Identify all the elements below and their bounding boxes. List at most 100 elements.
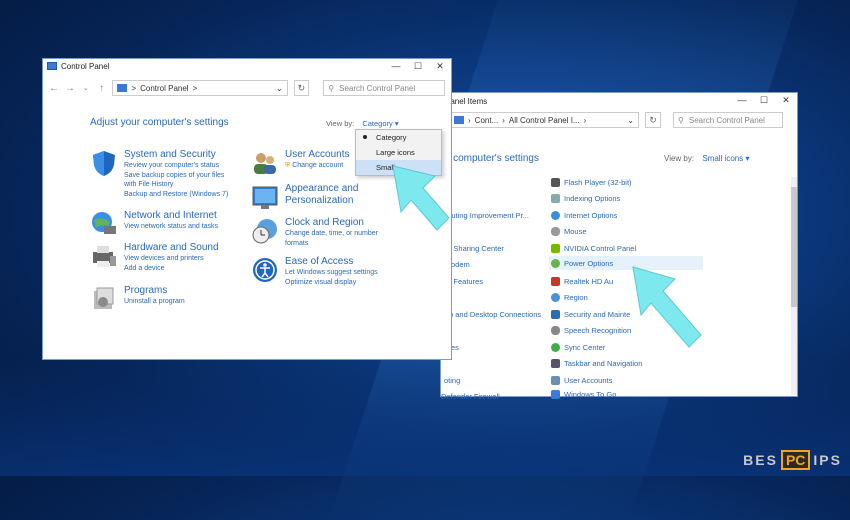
scrollbar[interactable] bbox=[791, 177, 797, 395]
list-item-region[interactable]: Region bbox=[551, 290, 588, 304]
window-title: Control Panel bbox=[61, 61, 110, 71]
flag-icon bbox=[551, 309, 560, 319]
category-title[interactable]: User Accounts bbox=[285, 149, 349, 161]
printer-icon bbox=[93, 246, 116, 267]
recent-chevron-icon[interactable]: ⌄ bbox=[81, 84, 91, 92]
minimize-button[interactable]: — bbox=[385, 59, 407, 73]
mouse-icon bbox=[551, 226, 560, 236]
close-button[interactable]: ✕ bbox=[429, 59, 451, 73]
view-by-dropdown[interactable]: Category bbox=[362, 119, 392, 128]
scrollbar-thumb[interactable] bbox=[791, 187, 797, 307]
list-item-user-accounts[interactable]: User Accounts bbox=[551, 373, 612, 387]
category-link[interactable]: Optimize visual display bbox=[285, 278, 378, 288]
list-item-sync-center[interactable]: Sync Center bbox=[551, 340, 605, 354]
uac-shield-icon: ⛨ bbox=[285, 162, 291, 169]
category-link[interactable]: Add a device bbox=[124, 264, 219, 274]
search-icon: ⚲ bbox=[328, 83, 335, 93]
chevron-down-icon[interactable]: ▾ bbox=[395, 119, 399, 128]
control-panel-icon bbox=[454, 116, 464, 124]
list-item-realtek[interactable]: Realtek HD Au bbox=[551, 274, 613, 288]
category-link[interactable]: Let Windows suggest settings bbox=[285, 268, 378, 278]
flash-icon bbox=[551, 177, 560, 187]
category-link[interactable]: View devices and printers bbox=[124, 254, 219, 264]
breadcrumb-control-panel[interactable]: Cont... bbox=[475, 116, 499, 125]
window-title-bar: Panel Items — ☐ ✕ bbox=[441, 93, 797, 109]
category-title[interactable]: Programs bbox=[124, 285, 185, 297]
category-link[interactable]: View network status and tasks bbox=[124, 222, 218, 232]
chevron-down-icon[interactable]: ⌄ bbox=[627, 116, 634, 125]
list-item[interactable]: nd Sharing Center bbox=[443, 244, 504, 253]
category-link[interactable]: Review your computer's status bbox=[124, 161, 228, 171]
forward-arrow-icon[interactable]: → bbox=[65, 83, 75, 94]
control-panel-icon bbox=[117, 84, 128, 92]
view-by-dropdown[interactable]: Small icons bbox=[702, 154, 743, 163]
users-icon bbox=[551, 375, 560, 385]
close-button[interactable]: ✕ bbox=[775, 93, 797, 107]
category-appearance: Appearance and Personalization bbox=[251, 183, 358, 211]
list-item-indexing-options[interactable]: Indexing Options bbox=[551, 191, 620, 205]
chevron-down-icon[interactable]: ▾ bbox=[745, 154, 749, 163]
category-title-line2[interactable]: Personalization bbox=[285, 195, 358, 207]
category-title[interactable]: Appearance and bbox=[285, 183, 358, 195]
category-link[interactable]: Save backup copies of your files bbox=[124, 171, 228, 181]
category-link[interactable]: Backup and Restore (Windows 7) bbox=[124, 190, 228, 200]
address-bar[interactable]: > Control Panel > ⌄ bbox=[112, 80, 288, 96]
category-title[interactable]: Clock and Region bbox=[285, 217, 378, 229]
menu-item-category[interactable]: Category bbox=[356, 130, 441, 145]
globe-network-icon bbox=[92, 212, 116, 234]
category-link[interactable]: Change date, time, or number bbox=[285, 229, 378, 239]
list-item-speech-recognition[interactable]: Speech Recognition bbox=[551, 323, 631, 337]
view-by-label: View by: bbox=[664, 154, 695, 163]
list-item-flash-player[interactable]: Flash Player (32-bit) bbox=[551, 175, 632, 189]
category-link[interactable]: Change account bbox=[292, 162, 343, 169]
category-title[interactable]: Hardware and Sound bbox=[124, 242, 219, 254]
category-link[interactable]: Uninstall a program bbox=[124, 297, 185, 307]
search-input[interactable]: Search Control Panel bbox=[689, 116, 765, 125]
page-heading: Adjust your computer's settings bbox=[90, 117, 229, 128]
list-item[interactable]: oting bbox=[444, 376, 460, 385]
list-item-taskbar[interactable]: Taskbar and Navigation bbox=[551, 356, 642, 370]
view-by: View by: Small icons ▾ bbox=[664, 154, 749, 163]
chevron-down-icon[interactable]: ⌄ bbox=[276, 84, 283, 93]
list-item-nvidia[interactable]: NVIDIA Control Panel bbox=[551, 241, 636, 255]
category-title[interactable]: Network and Internet bbox=[124, 210, 218, 222]
category-system-security: System and Security Review your computer… bbox=[90, 149, 228, 199]
category-ease-of-access: Ease of Access Let Windows suggest setti… bbox=[251, 256, 378, 287]
pointer-arrow-annotation bbox=[632, 266, 702, 348]
appearance-icon bbox=[252, 186, 278, 209]
list-item[interactable]: p and Desktop Connections bbox=[449, 310, 541, 319]
category-hardware-sound: Hardware and Sound View devices and prin… bbox=[90, 242, 219, 273]
list-item-security-maintenance[interactable]: Security and Mainte bbox=[551, 307, 630, 321]
address-bar[interactable]: › Cont... › All Control Panel I... › ⌄ bbox=[449, 112, 639, 128]
brand-logo: BES PC IPS bbox=[743, 450, 842, 470]
sync-icon bbox=[551, 342, 560, 352]
category-title[interactable]: Ease of Access bbox=[285, 256, 378, 268]
category-link[interactable]: with File History bbox=[124, 180, 228, 190]
list-item[interactable]: Defender Firewall bbox=[441, 392, 500, 401]
control-panel-icon bbox=[47, 62, 57, 70]
refresh-button[interactable]: ↻ bbox=[293, 80, 310, 96]
globe-icon bbox=[551, 210, 560, 220]
minimize-button[interactable]: — bbox=[731, 93, 753, 107]
speaker-icon bbox=[551, 276, 560, 286]
region-icon bbox=[551, 292, 560, 302]
search-box[interactable]: ⚲ Search Control Panel bbox=[323, 80, 445, 96]
category-link[interactable]: formats bbox=[285, 239, 378, 249]
breadcrumb-all-items[interactable]: All Control Panel I... bbox=[509, 116, 580, 125]
search-box[interactable]: ⚲ Search Control Panel bbox=[673, 112, 783, 128]
menu-item-large-icons[interactable]: Large icons bbox=[356, 145, 441, 160]
list-item-internet-options[interactable]: Internet Options bbox=[551, 208, 617, 222]
taskbar-icon bbox=[551, 358, 560, 368]
search-input[interactable]: Search Control Panel bbox=[339, 84, 415, 93]
refresh-button[interactable]: ↻ bbox=[645, 112, 661, 128]
back-arrow-icon[interactable]: ← bbox=[49, 83, 59, 94]
category-title[interactable]: System and Security bbox=[124, 149, 228, 161]
maximize-button[interactable]: ☐ bbox=[407, 59, 429, 73]
programs-icon bbox=[94, 287, 114, 309]
list-item-windows-to-go[interactable]: Windows To Go bbox=[551, 389, 616, 399]
breadcrumb-control-panel[interactable]: Control Panel bbox=[140, 84, 188, 93]
list-item-mouse[interactable]: Mouse bbox=[551, 224, 587, 238]
search-icon: ⚲ bbox=[678, 115, 684, 125]
maximize-button[interactable]: ☐ bbox=[753, 93, 775, 107]
up-arrow-icon[interactable]: ↑ bbox=[97, 83, 107, 94]
